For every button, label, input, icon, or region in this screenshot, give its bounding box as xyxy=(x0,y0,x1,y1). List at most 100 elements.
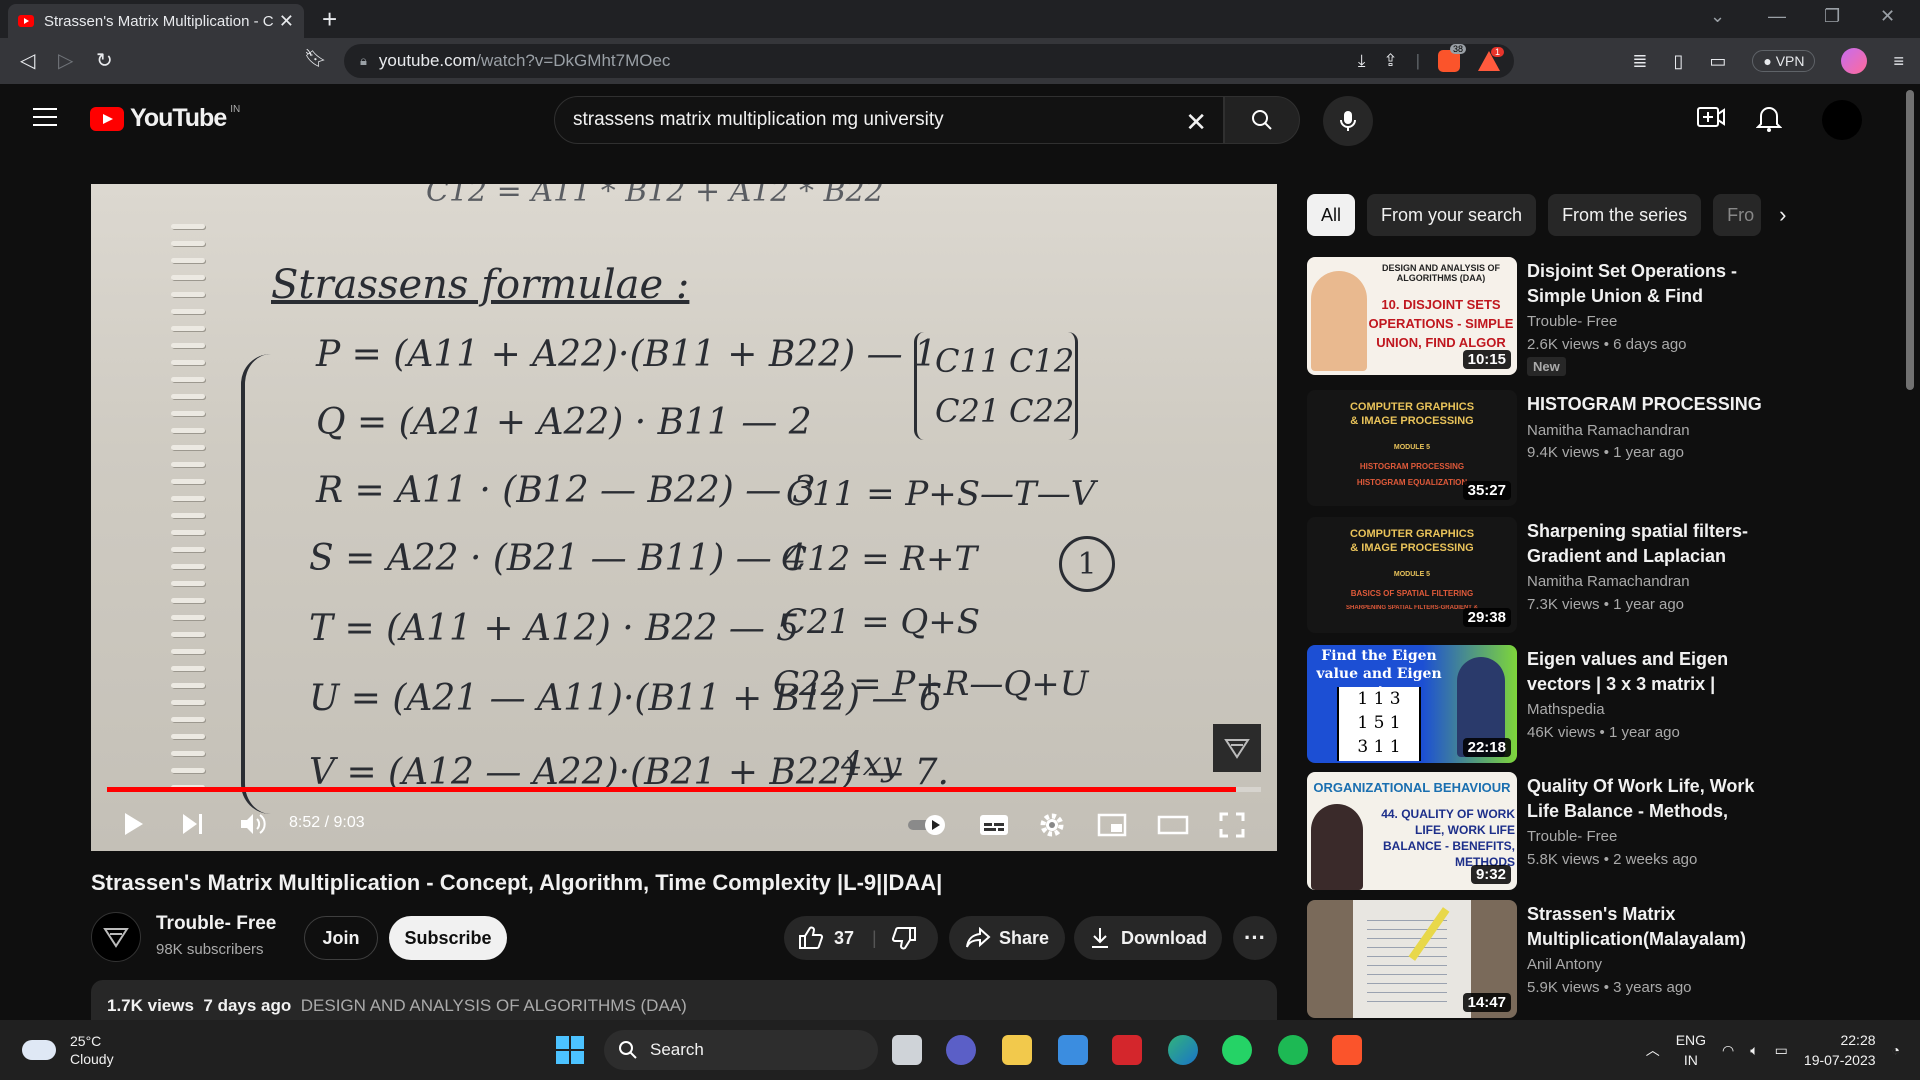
clock-date: 19-07-2023 xyxy=(1803,1052,1876,1068)
share-page-icon[interactable]: ⇪ xyxy=(1383,51,1397,71)
chip-from-your-search[interactable]: From your search xyxy=(1367,194,1537,236)
restore-icon[interactable]: ❐ xyxy=(1824,6,1840,27)
clear-search-icon[interactable]: ✕ xyxy=(1185,107,1207,138)
whatsapp-icon[interactable] xyxy=(1222,1035,1252,1065)
clock[interactable]: 22:28 19-07-2023 xyxy=(1804,1030,1876,1070)
subscribe-button[interactable]: Subscribe xyxy=(389,916,507,960)
minimize-icon[interactable]: — xyxy=(1768,6,1786,27)
youtube-logo[interactable]: YouTube IN xyxy=(90,104,240,133)
recommendation-item[interactable]: COMPUTER GRAPHICS & IMAGE PROCESSING MOD… xyxy=(1307,390,1777,510)
like-icon[interactable] xyxy=(798,926,824,950)
tab-search-icon[interactable]: ⌄ xyxy=(1710,6,1725,27)
theater-mode-icon[interactable] xyxy=(1157,815,1189,835)
search-button[interactable] xyxy=(1224,96,1300,144)
profile-avatar[interactable] xyxy=(1841,48,1868,74)
guide-menu-icon[interactable] xyxy=(33,108,57,126)
sidebar-icon[interactable]: ▯ xyxy=(1673,51,1683,72)
fullscreen-icon[interactable] xyxy=(1219,812,1245,838)
forward-icon[interactable]: ▷ xyxy=(58,48,73,73)
voice-search-button[interactable] xyxy=(1323,96,1373,146)
spiral-ring xyxy=(171,496,205,501)
channel-avatar[interactable] xyxy=(91,912,141,962)
recommendation-item[interactable]: Find the Eigen value and Eigen vector: 1… xyxy=(1307,645,1777,765)
new-tab-icon[interactable]: + xyxy=(322,4,337,35)
install-icon[interactable]: ⤓ xyxy=(1358,51,1366,71)
next-video-icon[interactable] xyxy=(181,813,205,835)
vpn-button[interactable]: ● VPN xyxy=(1752,50,1816,72)
account-avatar[interactable] xyxy=(1822,100,1862,140)
settings-gear-icon[interactable] xyxy=(1039,812,1065,838)
omnibox-actions: ⤓ ⇪ | 38 1 xyxy=(1358,44,1505,72)
mcafee-icon[interactable] xyxy=(1112,1035,1142,1065)
channel-watermark[interactable] xyxy=(1213,724,1261,772)
rec-thumbnail[interactable]: 14:47 xyxy=(1307,900,1517,1018)
taskbar-search[interactable]: Search xyxy=(604,1030,878,1070)
brave-shields-icon[interactable]: 38 xyxy=(1438,44,1466,72)
recommendation-item[interactable]: COMPUTER GRAPHICS & IMAGE PROCESSING MOD… xyxy=(1307,517,1777,637)
address-bar[interactable]: 🔒︎ youtube.com/watch?v=DkGMht7MOec ⤓ ⇪ |… xyxy=(344,44,1514,78)
notification-center-icon[interactable]: ◔ xyxy=(1892,1042,1900,1058)
notifications-icon[interactable] xyxy=(1756,104,1782,132)
wifi-icon[interactable]: ◠ xyxy=(1722,1042,1734,1059)
brave-rewards-icon[interactable]: 1 xyxy=(1478,47,1505,71)
join-button[interactable]: Join xyxy=(304,916,378,960)
wallet-icon[interactable]: ▭ xyxy=(1709,51,1726,72)
windows-start-icon[interactable] xyxy=(556,1036,584,1064)
chip-partial[interactable]: Fro xyxy=(1713,194,1762,236)
share-button[interactable]: Share xyxy=(949,916,1065,960)
url-text: youtube.com/watch?v=DkGMht7MOec xyxy=(379,51,671,71)
chip-from-the-series[interactable]: From the series xyxy=(1548,194,1702,236)
battery-icon[interactable]: ▭ xyxy=(1775,1042,1788,1059)
tab-close-icon[interactable]: ✕ xyxy=(279,11,294,32)
language-indicator[interactable]: ENG IN xyxy=(1676,1030,1706,1070)
recommendation-item[interactable]: DESIGN AND ANALYSIS OF ALGORITHMS (DAA) … xyxy=(1307,257,1777,377)
chips-next-chevron-icon[interactable]: › xyxy=(1773,194,1792,236)
edge-icon[interactable] xyxy=(1168,1035,1198,1065)
video-player[interactable]: C12 = A11 * B12 + A12 * B22 Strassens fo… xyxy=(91,184,1277,851)
brave-icon[interactable] xyxy=(1332,1035,1362,1065)
subtitles-icon[interactable] xyxy=(979,814,1009,836)
bookmark-icon[interactable]: 🔖︎ xyxy=(304,48,327,69)
rec-thumb-line2: 44. QUALITY OF WORK LIFE, WORK LIFE BALA… xyxy=(1381,807,1515,869)
rec-thumbnail[interactable]: COMPUTER GRAPHICS & IMAGE PROCESSING MOD… xyxy=(1307,390,1517,506)
speaker-icon[interactable]: 🔈︎ xyxy=(1750,1042,1758,1059)
play-icon[interactable] xyxy=(123,812,145,836)
volume-icon[interactable] xyxy=(239,812,267,836)
recommendation-item[interactable]: 14:47 Strassen's Matrix Multiplication(M… xyxy=(1307,900,1777,1020)
chip-all[interactable]: All xyxy=(1307,194,1356,236)
back-icon[interactable]: ◁ xyxy=(20,48,35,73)
browser-tab[interactable]: Strassen's Matrix Multiplication - Conce… xyxy=(8,4,304,38)
rec-thumbnail[interactable]: COMPUTER GRAPHICS & IMAGE PROCESSING MOD… xyxy=(1307,517,1517,633)
miniplayer-icon[interactable] xyxy=(1097,813,1127,837)
rec-thumbnail[interactable]: Find the Eigen value and Eigen vector: 1… xyxy=(1307,645,1517,763)
progress-bar[interactable] xyxy=(107,787,1261,792)
rec-meta: 7.3K views • 1 year ago xyxy=(1527,596,1685,613)
chat-icon[interactable] xyxy=(946,1035,976,1065)
recommendation-item[interactable]: ORGANIZATIONAL BEHAVIOUR 44. QUALITY OF … xyxy=(1307,772,1777,892)
autoplay-toggle-icon[interactable] xyxy=(907,814,949,836)
channel-name[interactable]: Trouble- Free xyxy=(156,913,276,935)
reload-icon[interactable]: ↻ xyxy=(96,48,113,73)
spotify-icon[interactable] xyxy=(1278,1035,1308,1065)
menu-icon[interactable]: ≡ xyxy=(1893,51,1904,72)
more-actions-button[interactable]: ··· xyxy=(1233,916,1277,960)
omnibox-divider: | xyxy=(1415,51,1420,70)
tray-overflow-icon[interactable]: ︿ xyxy=(1646,1040,1660,1060)
task-view-icon[interactable] xyxy=(892,1035,922,1065)
description-box[interactable]: 1.7K views 7 days ago DESIGN AND ANALYSI… xyxy=(91,980,1277,1020)
download-button[interactable]: Download xyxy=(1074,916,1222,960)
page-scrollbar[interactable] xyxy=(1906,90,1914,390)
rec-thumbnail[interactable]: ORGANIZATIONAL BEHAVIOUR 44. QUALITY OF … xyxy=(1307,772,1517,890)
search-input[interactable]: strassens matrix multiplication mg unive… xyxy=(554,96,1224,144)
country-code: IN xyxy=(230,104,241,115)
store-icon[interactable] xyxy=(1058,1035,1088,1065)
dislike-icon[interactable] xyxy=(891,926,917,950)
rec-thumbnail[interactable]: DESIGN AND ANALYSIS OF ALGORITHMS (DAA) … xyxy=(1307,257,1517,375)
channel-logo-icon xyxy=(1224,739,1250,759)
file-explorer-icon[interactable] xyxy=(1002,1035,1032,1065)
playlist-tag[interactable]: DESIGN AND ANALYSIS OF ALGORITHMS (DAA) xyxy=(301,996,687,1015)
create-video-icon[interactable] xyxy=(1696,104,1726,130)
playlist-icon[interactable]: ≣ xyxy=(1632,51,1647,72)
weather-widget[interactable]: 25°C Cloudy xyxy=(22,1032,114,1068)
window-close-icon[interactable]: ✕ xyxy=(1880,6,1895,27)
